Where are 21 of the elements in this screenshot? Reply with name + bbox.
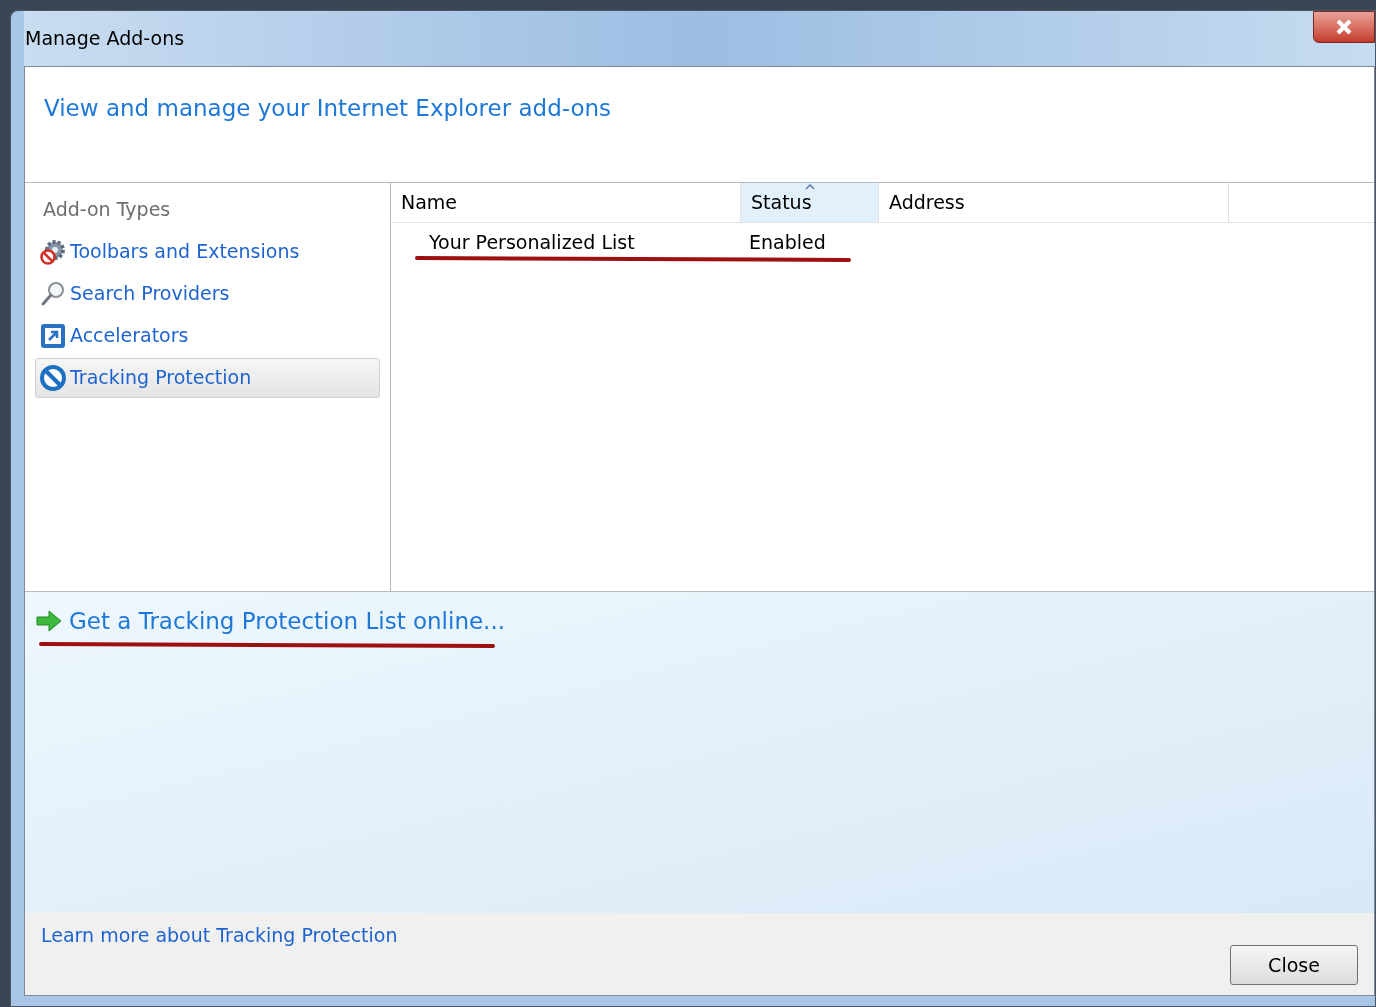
arrow-right-icon [35,609,63,634]
sidebar-item[interactable]: Tracking Protection [35,357,380,398]
sidebar-item[interactable]: Search Providers [35,273,380,314]
column-header[interactable]: Address [879,183,1229,222]
window-title: Manage Add-ons [24,26,185,52]
gear-icon [39,237,67,266]
get-list-link[interactable]: Get a Tracking Protection List online... [69,604,506,639]
page-heading: View and manage your Internet Explorer add-ons [44,95,612,121]
sidebar-heading: Add-on Types [42,197,172,222]
close-icon [1335,19,1353,35]
close-button[interactable] [1313,11,1375,43]
blocked-icon [39,363,67,392]
column-header[interactable]: Status [741,183,879,222]
learn-more-link[interactable]: Learn more about Tracking Protection [41,921,398,985]
table-cell-text: Enabled [748,229,827,255]
sidebar-item[interactable]: Toolbars and Extensions [35,231,380,272]
sidebar-item[interactable]: Accelerators [35,315,380,356]
close-dialog-button[interactable]: Close [1230,945,1358,985]
table-cell-text: Your Personalized List [428,229,636,255]
magnifier-icon [39,279,67,308]
accelerator-icon [39,321,67,350]
